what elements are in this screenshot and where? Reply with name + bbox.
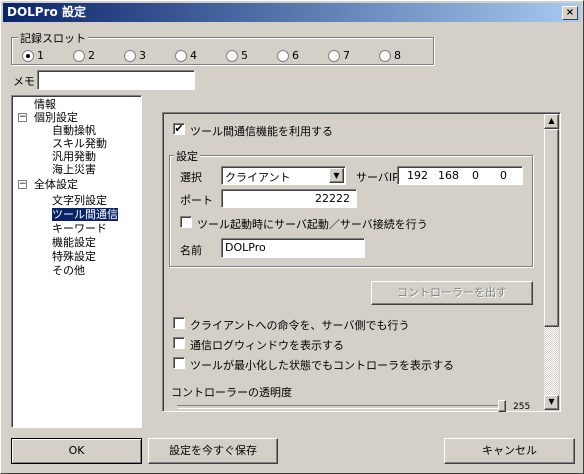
enable-checkbox[interactable]: ✔ [173, 123, 185, 135]
memo-input[interactable] [37, 70, 195, 90]
tree-item[interactable]: キーワード [52, 222, 107, 235]
slot-radio-6[interactable]: 6 [277, 49, 328, 62]
slot-radio-label: 5 [241, 49, 248, 62]
option1-label: クライアントへの命令を、サーバ側でも行う [190, 319, 410, 332]
ip-octet-2[interactable]: 168 [438, 169, 459, 182]
memo-label: メモ [13, 75, 35, 88]
option2-checkbox[interactable] [173, 337, 185, 349]
option3-label: ツールが最小化した状態でもコントローラを表示する [190, 359, 454, 372]
scroll-down-icon: ▼ [548, 397, 555, 406]
slot-radio-label: 7 [343, 49, 350, 62]
ip-octet-4[interactable]: 0 [500, 169, 507, 182]
slot-radio-label: 4 [190, 49, 197, 62]
radio-button[interactable] [226, 49, 238, 62]
slot-radio-5[interactable]: 5 [226, 49, 277, 62]
radio-button[interactable] [124, 49, 136, 62]
ok-label: OK [68, 444, 85, 457]
port-label: ポート [180, 194, 213, 207]
server-ip-label: サーバIP [356, 171, 399, 184]
scroll-up-icon: ▲ [548, 116, 555, 125]
tree-item[interactable]: 文字列設定 [52, 194, 107, 207]
settings-group-label: 設定 [174, 148, 200, 164]
cancel-button[interactable]: キャンセル [444, 438, 575, 464]
save-now-label: 設定を今すぐ保存 [169, 444, 257, 457]
slot-radio-label: 2 [88, 49, 95, 62]
show-controller-button[interactable]: コントローラーを出す [371, 281, 533, 305]
scroll-thumb[interactable] [544, 129, 559, 327]
chevron-down-icon[interactable]: ▼ [329, 168, 344, 183]
tree-item[interactable]: スキル発動 [52, 137, 107, 150]
mode-select-value: クライアント [225, 171, 291, 184]
slot-radio-label: 6 [292, 49, 299, 62]
scroll-track[interactable] [544, 327, 559, 395]
select-label: 選択 [180, 171, 202, 184]
server-ip-input[interactable]: 192 168 0 0 [397, 166, 523, 185]
transparency-slider[interactable] [177, 405, 503, 409]
port-input[interactable]: 22222 [221, 189, 357, 208]
collapse-icon[interactable]: − [18, 113, 27, 122]
tree-item[interactable]: 汎用発動 [52, 150, 96, 163]
radio-button[interactable] [277, 49, 289, 62]
slot-radio-4[interactable]: 4 [175, 49, 226, 62]
tree-item[interactable]: ツール間通信 [52, 208, 118, 221]
tree-item[interactable]: 個別設定 [34, 111, 78, 124]
autostart-label: ツール起動時にサーバ起動／サーバ接続を行う [197, 218, 428, 231]
slot-radio-row: 1 2 3 4 5 6 7 8 [22, 49, 430, 62]
checkmark-icon: ✔ [174, 122, 184, 135]
radio-button[interactable] [22, 49, 34, 62]
scroll-up-button[interactable]: ▲ [544, 114, 559, 129]
record-slot-label: 記録スロット [18, 30, 88, 46]
settings-panel: ✔ ツール間通信機能を利用する 設定 選択 クライアント ▼ サーバIP 192… [162, 112, 561, 412]
option2-label: 通信ログウィンドウを表示する [190, 339, 344, 352]
tree-item[interactable]: 全体設定 [34, 178, 78, 191]
window-title: DOLPro 設定 [7, 5, 86, 19]
slot-radio-3[interactable]: 3 [124, 49, 175, 62]
slot-radio-label: 3 [139, 49, 146, 62]
enable-label: ツール間通信機能を利用する [190, 125, 333, 138]
collapse-icon[interactable]: − [18, 180, 27, 189]
tree-item[interactable]: 情報 [34, 98, 56, 111]
slot-radio-8[interactable]: 8 [379, 49, 430, 62]
radio-button[interactable] [328, 49, 340, 62]
name-input[interactable]: DOLPro [221, 238, 365, 258]
autostart-checkbox[interactable] [180, 216, 192, 228]
tree-item[interactable]: 自動操帆 [52, 124, 96, 137]
tree-item[interactable]: 海上災害 [52, 163, 96, 176]
ip-octet-1[interactable]: 192 [407, 169, 428, 182]
radio-button[interactable] [379, 49, 391, 62]
show-controller-label: コントローラーを出す [397, 286, 507, 299]
tree-item[interactable]: 機能設定 [52, 236, 96, 249]
slot-radio-1[interactable]: 1 [22, 49, 73, 62]
mode-select[interactable]: クライアント ▼ [221, 166, 346, 185]
settings-group: 設定 選択 クライアント ▼ サーバIP 192 168 0 0 ポート 222… [169, 148, 533, 267]
save-now-button[interactable]: 設定を今すぐ保存 [148, 438, 278, 464]
ip-octet-3[interactable]: 0 [472, 169, 479, 182]
title-bar: DOLPro 設定 × [3, 3, 581, 22]
tree-item[interactable]: その他 [52, 264, 85, 277]
close-icon[interactable]: × [562, 6, 578, 20]
ok-button[interactable]: OK [11, 438, 142, 464]
slot-radio-7[interactable]: 7 [328, 49, 379, 62]
tree-item[interactable]: 特殊設定 [52, 250, 96, 263]
slider-thumb[interactable] [498, 400, 506, 412]
transparency-value: 255 [513, 402, 531, 412]
settings-tree: 情報 − 個別設定 自動操帆 スキル発動 汎用発動 海上災害 − 全体設定 文字列設定 ツール間通信… [11, 95, 142, 428]
option3-checkbox[interactable] [173, 357, 185, 369]
name-value: DOLPro [225, 241, 266, 254]
radio-button[interactable] [73, 49, 85, 62]
transparency-label: コントローラーの透明度 [171, 386, 292, 399]
name-label: 名前 [180, 244, 202, 257]
slot-radio-label: 8 [394, 49, 401, 62]
option1-checkbox[interactable] [173, 317, 185, 329]
radio-button[interactable] [175, 49, 187, 62]
slot-radio-2[interactable]: 2 [73, 49, 124, 62]
settings-dialog: DOLPro 設定 × 記録スロット 12345678 メモ 情報 − 個別設定 自動… [0, 0, 584, 474]
port-value: 22222 [315, 192, 350, 205]
slot-radio-label: 1 [37, 49, 44, 62]
scroll-down-button[interactable]: ▼ [544, 395, 559, 410]
record-slot-group: 記録スロット 1 2 3 4 5 6 7 8 [11, 30, 434, 65]
cancel-label: キャンセル [482, 444, 537, 457]
